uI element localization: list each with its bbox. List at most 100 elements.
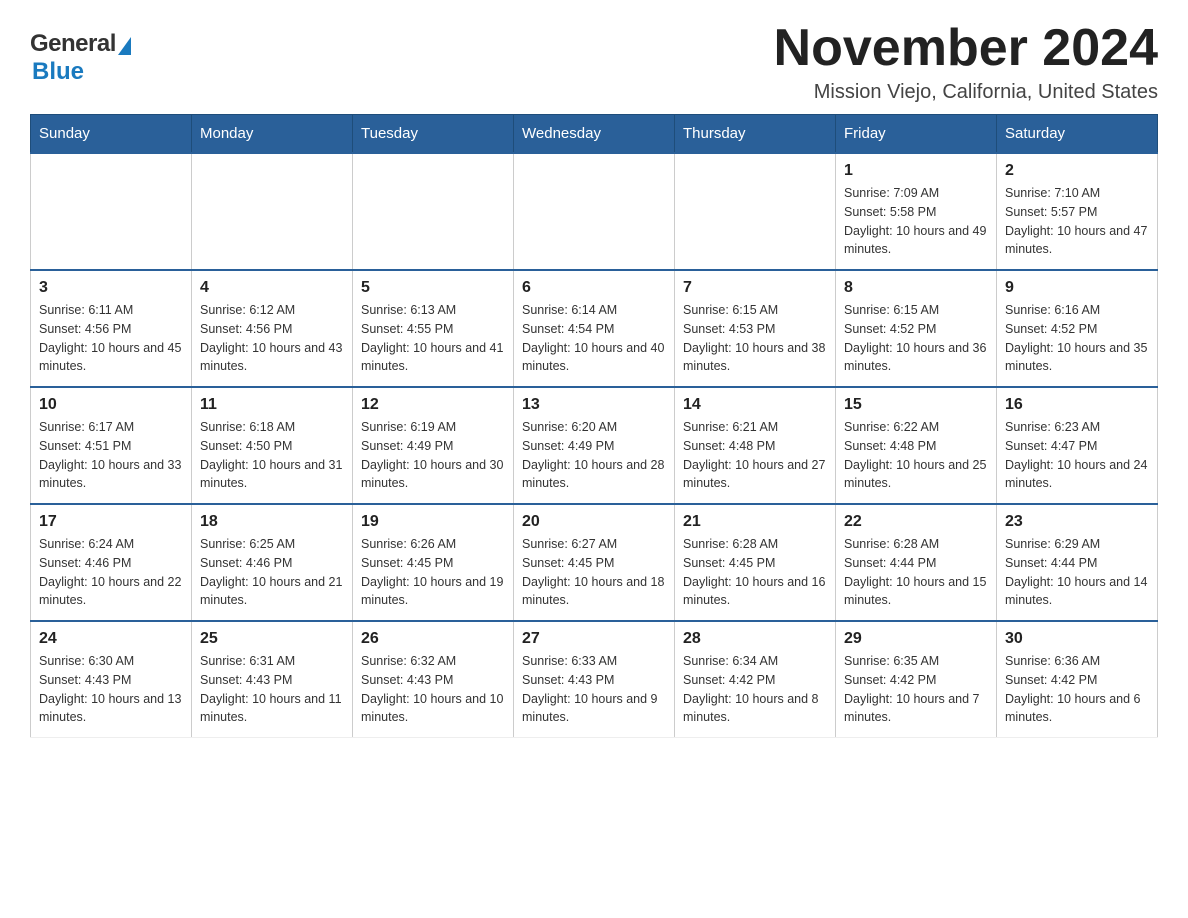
day-number: 22 — [844, 513, 988, 531]
title-area: November 2024 Mission Viejo, California,… — [774, 20, 1158, 104]
calendar-cell: 14 Sunrise: 6:21 AMSunset: 4:48 PMDayligh… — [675, 387, 836, 504]
calendar-cell: 9 Sunrise: 6:16 AMSunset: 4:52 PMDaylight… — [997, 270, 1158, 387]
calendar-cell: 6 Sunrise: 6:14 AMSunset: 4:54 PMDaylight… — [514, 270, 675, 387]
day-number: 23 — [1005, 513, 1149, 531]
calendar-cell: 8Sunrise: 6:15 AMSunset: 4:52 PMDaylight… — [836, 270, 997, 387]
day-info: Sunrise: 6:15 AMSunset: 4:52 PMDaylight:… — [844, 301, 988, 376]
day-number: 7 — [683, 279, 827, 297]
weekday-header-wednesday: Wednesday — [514, 115, 675, 154]
day-number: 12 — [361, 396, 505, 414]
day-info: Sunrise: 6:12 AMSunset: 4:56 PMDaylight:… — [200, 301, 344, 376]
day-info: Sunrise: 6:14 AMSunset: 4:54 PMDaylight:… — [522, 301, 666, 376]
day-info: Sunrise: 6:19 AMSunset: 4:49 PMDaylight:… — [361, 418, 505, 493]
calendar-cell: 16Sunrise: 6:23 AMSunset: 4:47 PMDayligh… — [997, 387, 1158, 504]
weekday-header-saturday: Saturday — [997, 115, 1158, 154]
page-subtitle: Mission Viejo, California, United States — [774, 81, 1158, 104]
day-number: 24 — [39, 630, 183, 648]
day-info: Sunrise: 6:28 AMSunset: 4:45 PMDaylight:… — [683, 535, 827, 610]
calendar-cell — [31, 153, 192, 270]
day-number: 3 — [39, 279, 183, 297]
day-info: Sunrise: 6:32 AMSunset: 4:43 PMDaylight:… — [361, 652, 505, 727]
day-info: Sunrise: 6:33 AMSunset: 4:43 PMDaylight:… — [522, 652, 666, 727]
day-info: Sunrise: 6:24 AMSunset: 4:46 PMDaylight:… — [39, 535, 183, 610]
calendar-cell: 21 Sunrise: 6:28 AMSunset: 4:45 PMDayligh… — [675, 504, 836, 621]
day-number: 9 — [1005, 279, 1149, 297]
calendar-cell: 27 Sunrise: 6:33 AMSunset: 4:43 PMDayligh… — [514, 621, 675, 738]
day-info: Sunrise: 6:16 AMSunset: 4:52 PMDaylight:… — [1005, 301, 1149, 376]
day-number: 11 — [200, 396, 344, 414]
weekday-header-friday: Friday — [836, 115, 997, 154]
day-info: Sunrise: 6:23 AMSunset: 4:47 PMDaylight:… — [1005, 418, 1149, 493]
day-info: Sunrise: 6:22 AMSunset: 4:48 PMDaylight:… — [844, 418, 988, 493]
day-number: 2 — [1005, 162, 1149, 180]
calendar-week-row: 1 Sunrise: 7:09 AMSunset: 5:58 PMDaylight… — [31, 153, 1158, 270]
calendar-week-row: 24 Sunrise: 6:30 AMSunset: 4:43 PMDayligh… — [31, 621, 1158, 738]
day-info: Sunrise: 7:09 AMSunset: 5:58 PMDaylight:… — [844, 184, 988, 259]
day-info: Sunrise: 6:25 AMSunset: 4:46 PMDaylight:… — [200, 535, 344, 610]
calendar-cell: 26 Sunrise: 6:32 AMSunset: 4:43 PMDayligh… — [353, 621, 514, 738]
calendar-cell: 30 Sunrise: 6:36 AMSunset: 4:42 PMDayligh… — [997, 621, 1158, 738]
day-number: 17 — [39, 513, 183, 531]
calendar-cell: 18Sunrise: 6:25 AMSunset: 4:46 PMDayligh… — [192, 504, 353, 621]
calendar-cell: 12 Sunrise: 6:19 AMSunset: 4:49 PMDayligh… — [353, 387, 514, 504]
calendar-cell: 11 Sunrise: 6:18 AMSunset: 4:50 PMDayligh… — [192, 387, 353, 504]
day-info: Sunrise: 6:18 AMSunset: 4:50 PMDaylight:… — [200, 418, 344, 493]
day-info: Sunrise: 6:20 AMSunset: 4:49 PMDaylight:… — [522, 418, 666, 493]
day-number: 27 — [522, 630, 666, 648]
day-info: Sunrise: 6:17 AMSunset: 4:51 PMDaylight:… — [39, 418, 183, 493]
day-number: 14 — [683, 396, 827, 414]
calendar-cell: 15 Sunrise: 6:22 AMSunset: 4:48 PMDayligh… — [836, 387, 997, 504]
day-info: Sunrise: 6:34 AMSunset: 4:42 PMDaylight:… — [683, 652, 827, 727]
day-number: 21 — [683, 513, 827, 531]
day-number: 20 — [522, 513, 666, 531]
logo-blue-text: Blue — [32, 58, 84, 85]
logo-general-text: General — [30, 30, 116, 58]
calendar-week-row: 10 Sunrise: 6:17 AMSunset: 4:51 PMDayligh… — [31, 387, 1158, 504]
day-info: Sunrise: 6:27 AMSunset: 4:45 PMDaylight:… — [522, 535, 666, 610]
day-number: 1 — [844, 162, 988, 180]
day-number: 25 — [200, 630, 344, 648]
day-number: 13 — [522, 396, 666, 414]
day-number: 6 — [522, 279, 666, 297]
day-number: 10 — [39, 396, 183, 414]
day-info: Sunrise: 7:10 AMSunset: 5:57 PMDaylight:… — [1005, 184, 1149, 259]
calendar-cell: 23 Sunrise: 6:29 AMSunset: 4:44 PMDayligh… — [997, 504, 1158, 621]
day-number: 15 — [844, 396, 988, 414]
day-info: Sunrise: 6:30 AMSunset: 4:43 PMDaylight:… — [39, 652, 183, 727]
day-info: Sunrise: 6:15 AMSunset: 4:53 PMDaylight:… — [683, 301, 827, 376]
calendar-cell: 28 Sunrise: 6:34 AMSunset: 4:42 PMDayligh… — [675, 621, 836, 738]
day-number: 29 — [844, 630, 988, 648]
calendar-cell — [514, 153, 675, 270]
calendar-cell: 13 Sunrise: 6:20 AMSunset: 4:49 PMDayligh… — [514, 387, 675, 504]
day-number: 30 — [1005, 630, 1149, 648]
day-info: Sunrise: 6:21 AMSunset: 4:48 PMDaylight:… — [683, 418, 827, 493]
weekday-header-thursday: Thursday — [675, 115, 836, 154]
day-info: Sunrise: 6:35 AMSunset: 4:42 PMDaylight:… — [844, 652, 988, 727]
calendar-cell: 3Sunrise: 6:11 AMSunset: 4:56 PMDaylight… — [31, 270, 192, 387]
day-number: 28 — [683, 630, 827, 648]
day-info: Sunrise: 6:29 AMSunset: 4:44 PMDaylight:… — [1005, 535, 1149, 610]
calendar-week-row: 3Sunrise: 6:11 AMSunset: 4:56 PMDaylight… — [31, 270, 1158, 387]
calendar-cell: 22 Sunrise: 6:28 AMSunset: 4:44 PMDayligh… — [836, 504, 997, 621]
day-info: Sunrise: 6:26 AMSunset: 4:45 PMDaylight:… — [361, 535, 505, 610]
calendar-cell: 2 Sunrise: 7:10 AMSunset: 5:57 PMDaylight… — [997, 153, 1158, 270]
day-info: Sunrise: 6:28 AMSunset: 4:44 PMDaylight:… — [844, 535, 988, 610]
calendar-table: SundayMondayTuesdayWednesdayThursdayFrid… — [30, 114, 1158, 738]
weekday-header-monday: Monday — [192, 115, 353, 154]
calendar-cell: 10 Sunrise: 6:17 AMSunset: 4:51 PMDayligh… — [31, 387, 192, 504]
calendar-cell: 24 Sunrise: 6:30 AMSunset: 4:43 PMDayligh… — [31, 621, 192, 738]
calendar-cell: 19Sunrise: 6:26 AMSunset: 4:45 PMDayligh… — [353, 504, 514, 621]
calendar-cell: 20 Sunrise: 6:27 AMSunset: 4:45 PMDayligh… — [514, 504, 675, 621]
calendar-cell — [675, 153, 836, 270]
weekday-header-row: SundayMondayTuesdayWednesdayThursdayFrid… — [31, 115, 1158, 154]
day-number: 4 — [200, 279, 344, 297]
calendar-cell: 4 Sunrise: 6:12 AMSunset: 4:56 PMDaylight… — [192, 270, 353, 387]
day-number: 26 — [361, 630, 505, 648]
day-info: Sunrise: 6:36 AMSunset: 4:42 PMDaylight:… — [1005, 652, 1149, 727]
calendar-cell: 1 Sunrise: 7:09 AMSunset: 5:58 PMDaylight… — [836, 153, 997, 270]
day-info: Sunrise: 6:13 AMSunset: 4:55 PMDaylight:… — [361, 301, 505, 376]
day-number: 5 — [361, 279, 505, 297]
calendar-cell: 29 Sunrise: 6:35 AMSunset: 4:42 PMDayligh… — [836, 621, 997, 738]
calendar-cell: 25Sunrise: 6:31 AMSunset: 4:43 PMDayligh… — [192, 621, 353, 738]
calendar-cell — [192, 153, 353, 270]
